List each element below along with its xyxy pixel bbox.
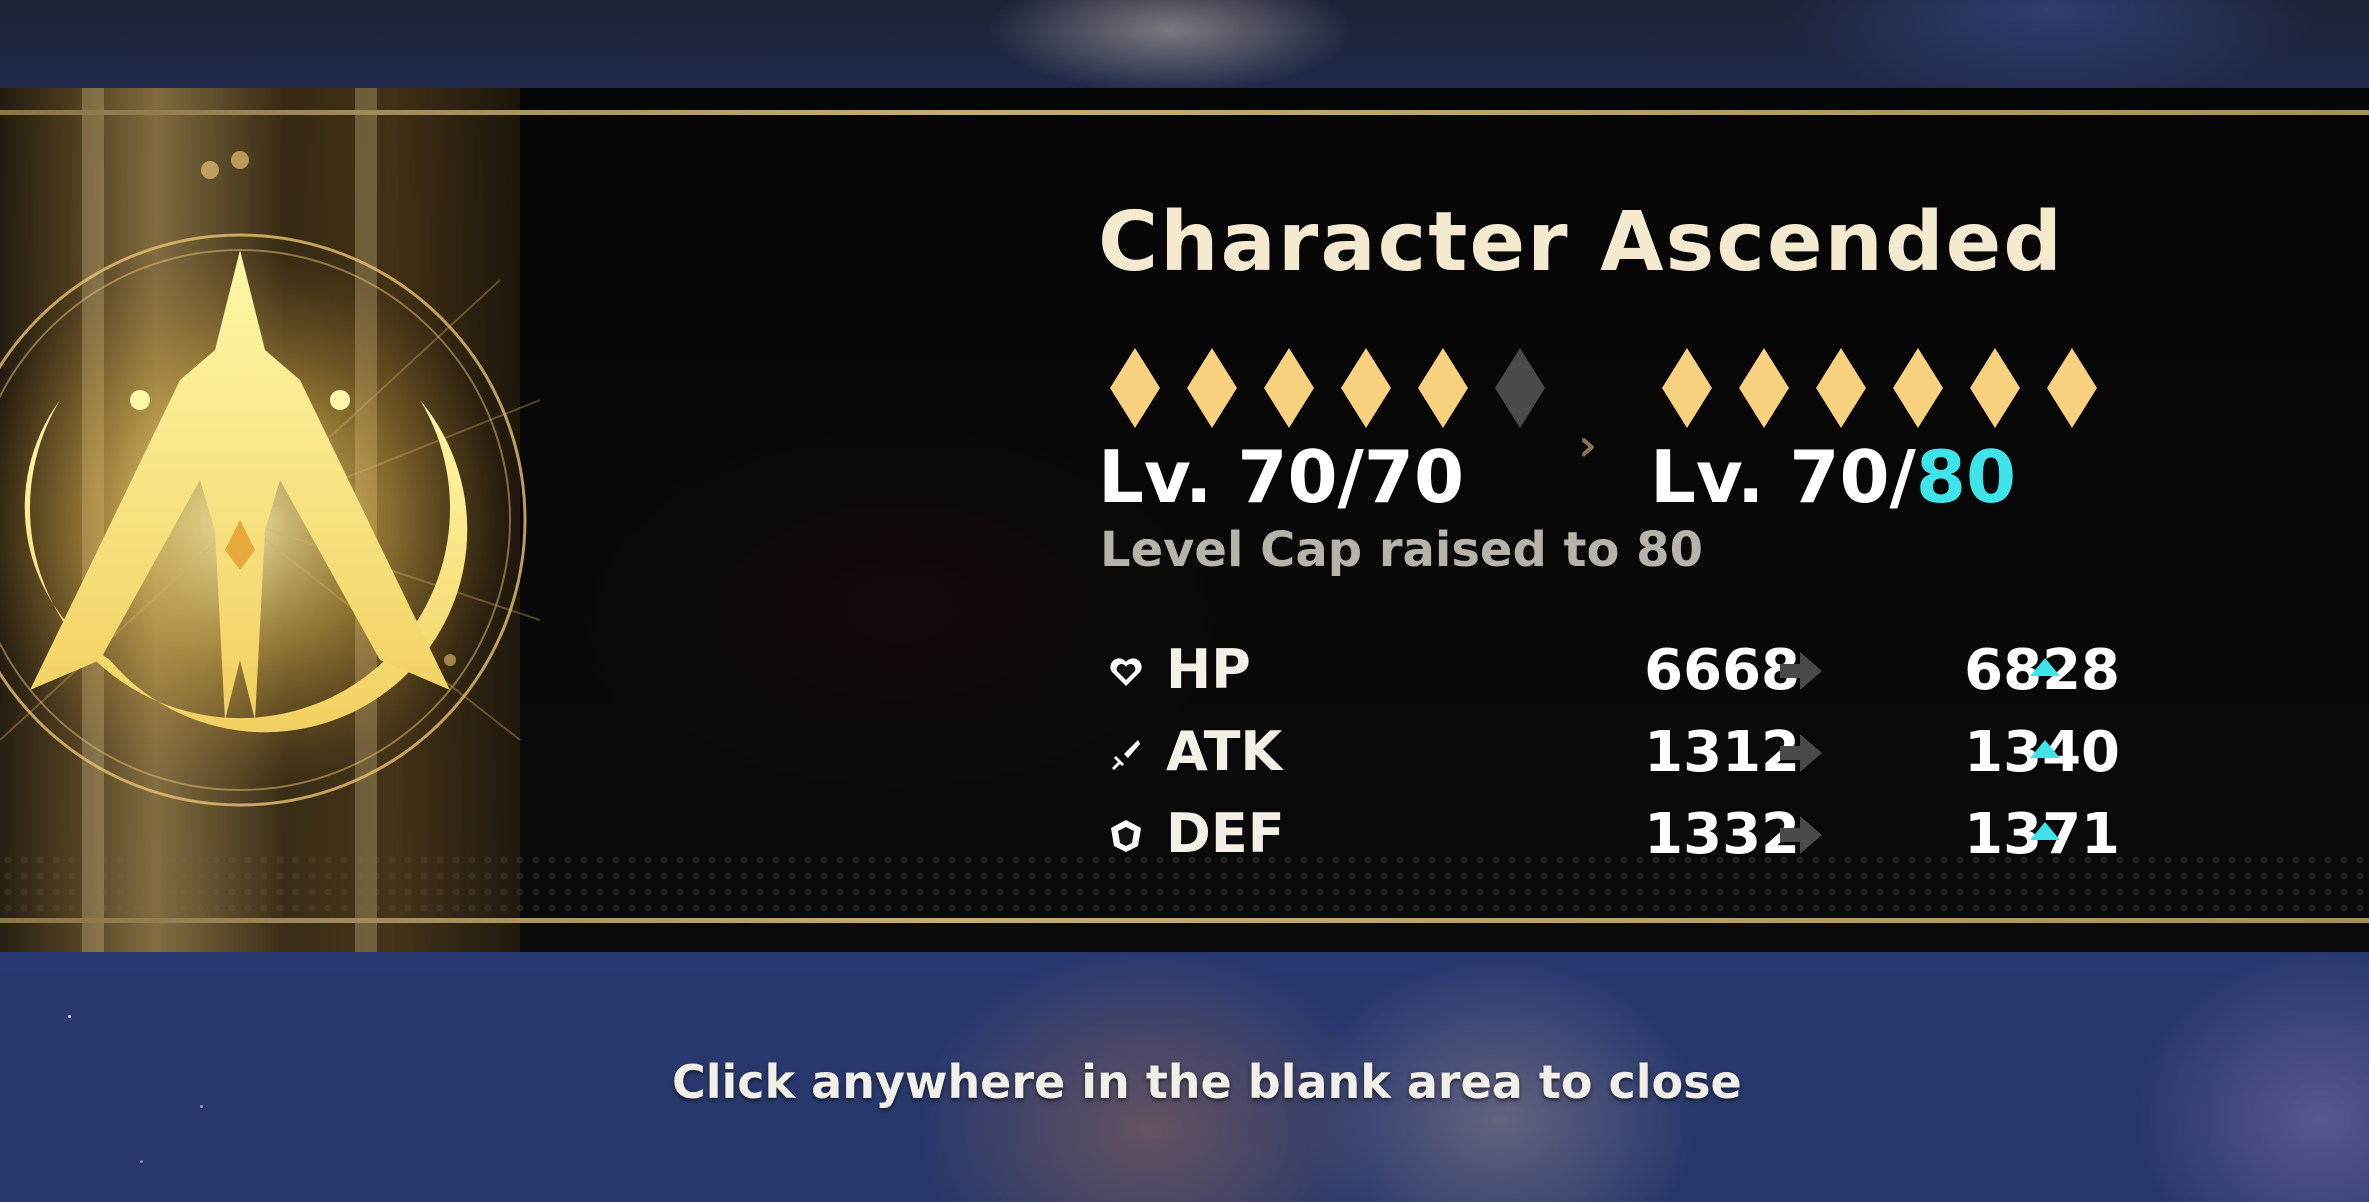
level-after-prefix: Lv. 70/ <box>1650 435 1916 519</box>
stat-row-atk: ATK 1312 1340 <box>1100 720 2120 790</box>
shield-icon <box>1111 820 1141 852</box>
level-before: Lv. 70/70 <box>1098 435 1465 519</box>
star-filled-icon <box>1264 348 1314 428</box>
arrow-right-icon <box>1780 734 1822 772</box>
stat-new-value: 1340 <box>1964 720 2120 785</box>
level-cap-note: Level Cap raised to 80 <box>1100 522 1703 578</box>
level-after-cap: 80 <box>1915 435 2017 519</box>
star-filled-icon <box>1662 348 1712 428</box>
arrow-right-icon <box>1780 652 1822 690</box>
star-filled-icon <box>1970 348 2020 428</box>
star-filled-icon <box>1418 348 1468 428</box>
rank-stars-before <box>1110 348 1545 428</box>
star-filled-icon <box>1187 348 1237 428</box>
heart-icon <box>1110 658 1142 686</box>
stat-name: DEF <box>1166 802 1285 865</box>
gold-divider-bottom <box>0 918 2369 923</box>
star-filled-icon <box>1893 348 1943 428</box>
stat-new-value: 1371 <box>1964 802 2120 867</box>
stat-old-value: 6668 <box>1644 638 1800 703</box>
stat-row-hp: HP 6668 6828 <box>1100 638 2120 708</box>
level-after: Lv. 70/80 <box>1650 435 2016 519</box>
star-filled-icon <box>1110 348 1160 428</box>
double-chevron-right-icon: ›› <box>1578 420 1598 471</box>
stat-old-value: 1312 <box>1644 720 1800 785</box>
star-filled-icon <box>1739 348 1789 428</box>
star-filled-icon <box>2047 348 2097 428</box>
stat-old-value: 1332 <box>1644 802 1800 867</box>
close-hint[interactable]: Click anywhere in the blank area to clos… <box>672 1055 1742 1109</box>
star-empty-icon <box>1495 348 1545 428</box>
page-title: Character Ascended <box>1098 195 2064 290</box>
arrow-right-icon <box>1780 816 1822 854</box>
increase-triangle-icon <box>2030 740 2060 758</box>
increase-triangle-icon <box>2030 822 2060 840</box>
stat-new-value: 6828 <box>1964 638 2120 703</box>
ascension-emblem-icon <box>0 151 540 807</box>
increase-triangle-icon <box>2030 658 2060 676</box>
stat-name: HP <box>1166 638 1251 701</box>
star-filled-icon <box>1341 348 1391 428</box>
sword-icon <box>1112 740 1140 770</box>
stat-row-def: DEF 1332 1371 <box>1100 802 2120 872</box>
rank-stars-after <box>1662 348 2097 428</box>
stat-name: ATK <box>1166 720 1283 783</box>
star-filled-icon <box>1816 348 1866 428</box>
